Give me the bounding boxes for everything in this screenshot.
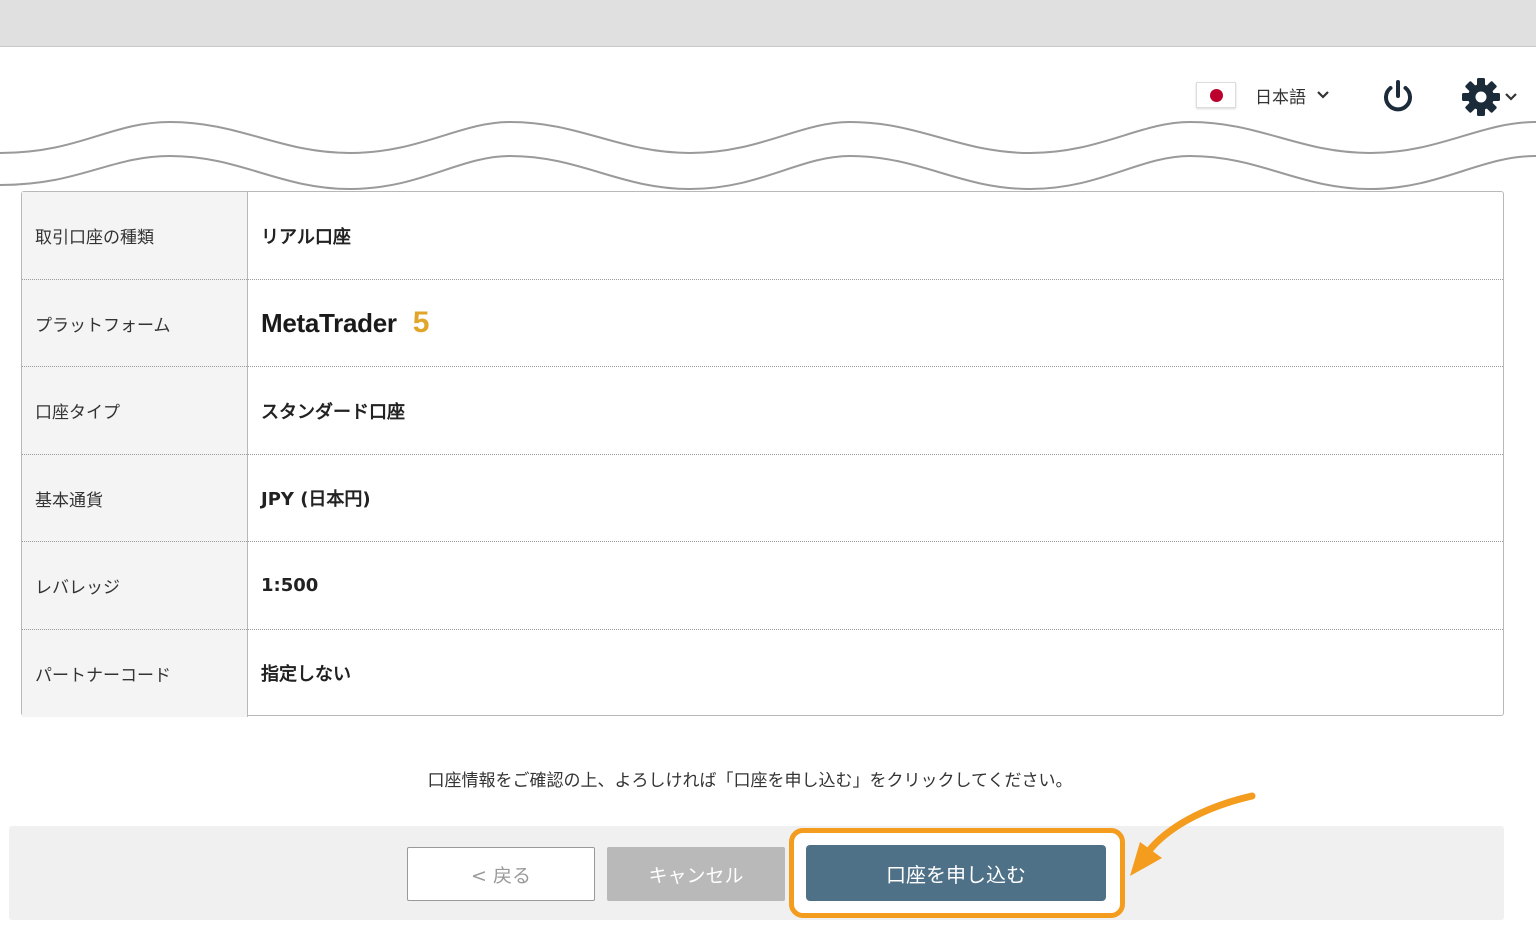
row-value: 1:500 xyxy=(261,575,319,597)
confirmation-notice: 口座情報をご確認の上、よろしければ「口座を申し込む」をクリックしてください。 xyxy=(427,771,1073,791)
language-selector[interactable]: 日本語 xyxy=(1196,82,1330,108)
cancel-button[interactable]: キャンセル xyxy=(607,847,785,901)
chevron-down-icon xyxy=(1317,91,1329,99)
table-row: 口座タイプ スタンダード口座 xyxy=(22,367,1503,455)
table-row: プラットフォーム MetaTrader 5 xyxy=(22,279,1503,368)
metatrader-logo: MetaTrader 5 xyxy=(248,280,1503,368)
gear-icon xyxy=(1462,78,1500,116)
row-value: スタンダード口座 xyxy=(261,401,405,423)
table-row: 取引口座の種類 リアル口座 xyxy=(22,192,1503,280)
row-value: リアル口座 xyxy=(261,226,351,248)
power-icon[interactable] xyxy=(1378,77,1418,117)
japan-flag-icon xyxy=(1196,82,1236,108)
account-info-table: 取引口座の種類 リアル口座 プラットフォーム MetaTrader 5 口座タイ… xyxy=(21,191,1504,717)
table-row: 基本通貨 JPY (日本円) xyxy=(22,454,1503,542)
row-value: JPY (日本円) xyxy=(261,489,371,511)
row-label: 基本通貨 xyxy=(22,454,248,542)
row-label: 取引口座の種類 xyxy=(22,192,248,280)
apply-account-button[interactable]: 口座を申し込む xyxy=(806,845,1106,901)
row-label: レバレッジ xyxy=(22,542,248,630)
metatrader-logo-number: 5 xyxy=(412,306,430,340)
row-label: プラットフォーム xyxy=(22,279,248,367)
torn-edge-divider xyxy=(0,120,1536,200)
row-label: パートナーコード xyxy=(22,629,248,717)
table-row: パートナーコード 指定しない xyxy=(22,629,1503,717)
row-label: 口座タイプ xyxy=(22,367,248,455)
pointer-arrow-icon xyxy=(1130,792,1256,876)
metatrader-logo-text: MetaTrader xyxy=(261,307,397,338)
table-row: レバレッジ 1:500 xyxy=(22,542,1503,630)
browser-top-bar xyxy=(0,0,1536,47)
back-button[interactable]: < 戻る xyxy=(407,847,595,901)
language-label: 日本語 xyxy=(1255,87,1306,108)
chevron-down-icon xyxy=(1505,93,1517,101)
row-value: 指定しない xyxy=(261,664,351,686)
settings-menu[interactable] xyxy=(1460,77,1526,117)
